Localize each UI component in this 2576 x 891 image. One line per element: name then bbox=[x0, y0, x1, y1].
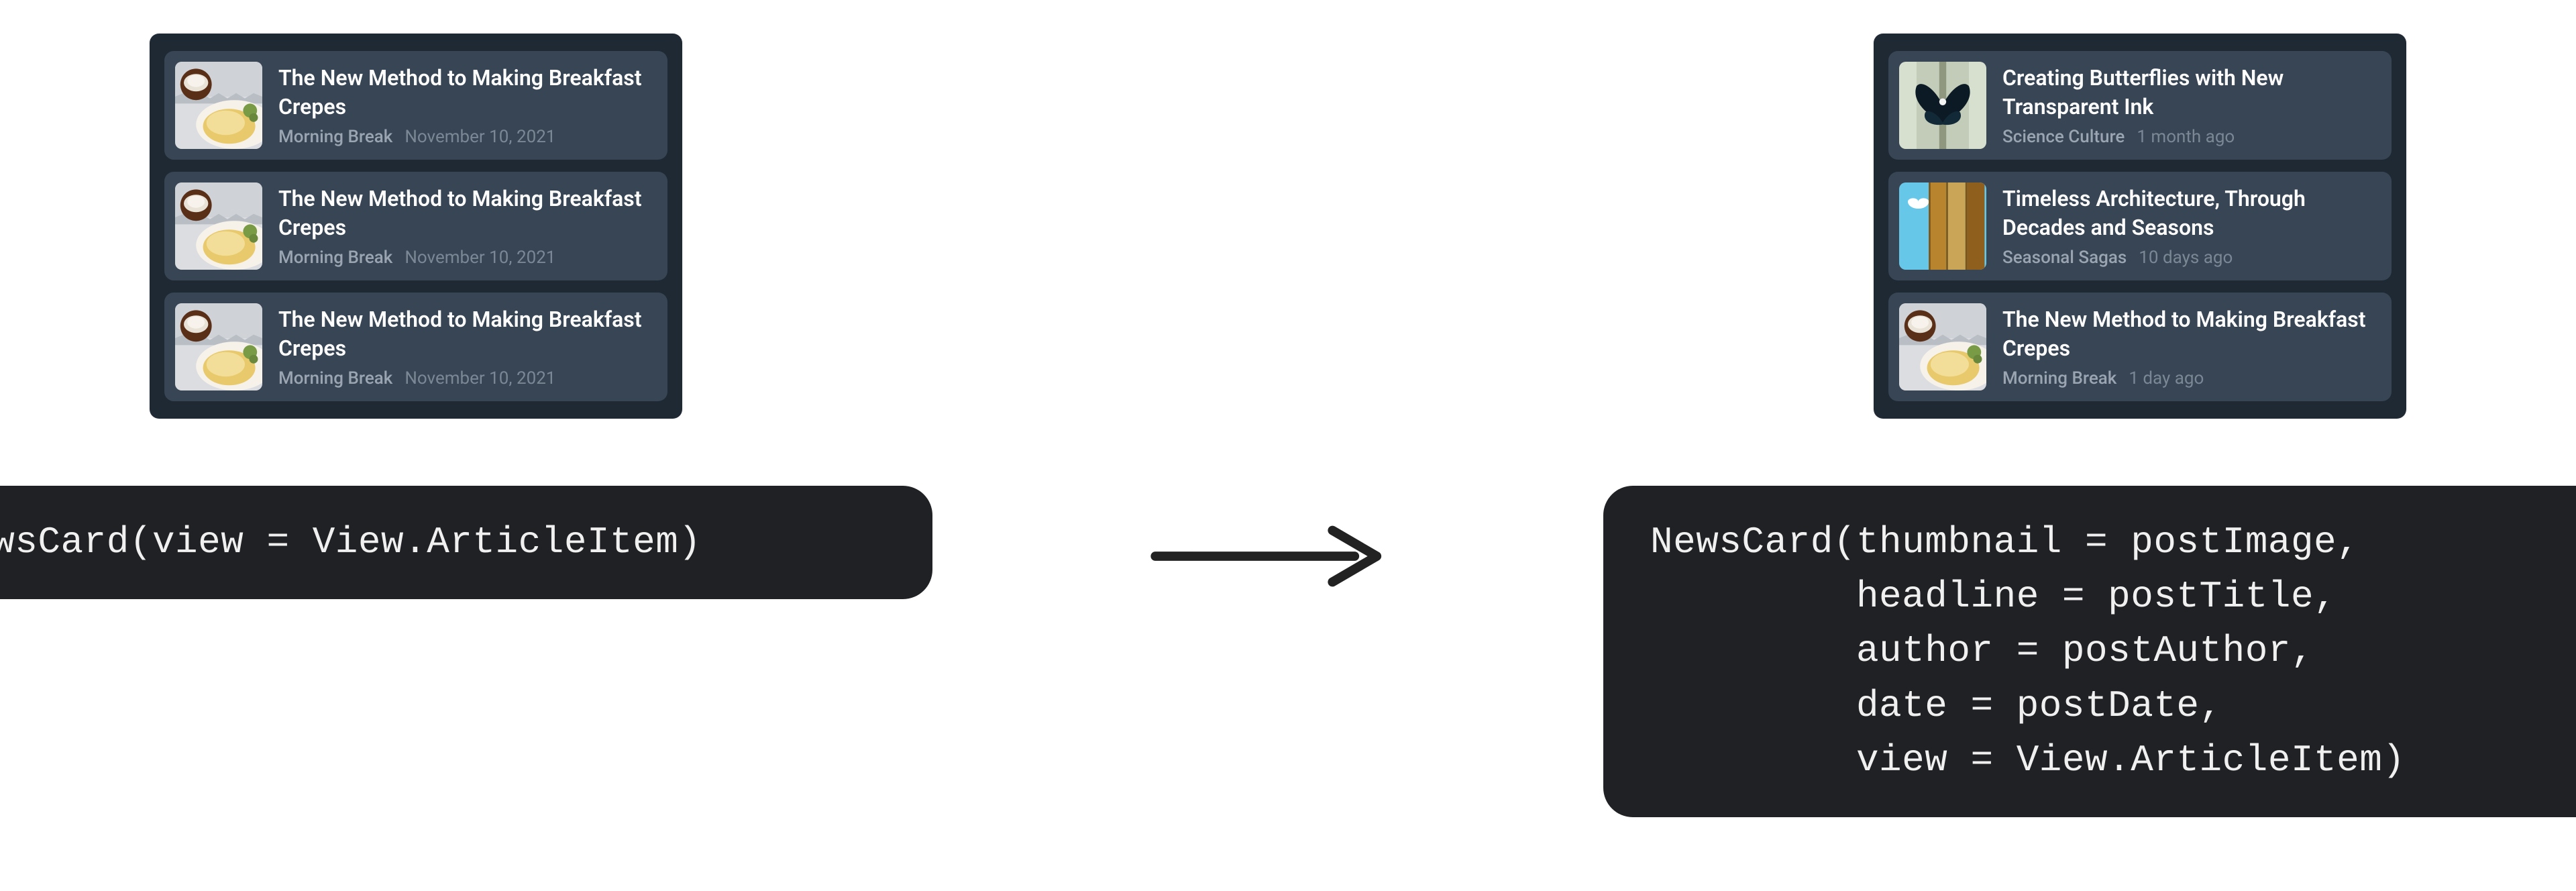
thumbnail-architecture bbox=[1899, 182, 1986, 270]
thumbnail-butterfly bbox=[1899, 62, 1986, 149]
after-panel: Creating Butterflies with New Transparen… bbox=[1874, 34, 2406, 419]
author: Seasonal Sagas bbox=[2002, 248, 2127, 268]
meta: Morning Break 1 day ago bbox=[2002, 368, 2377, 388]
card-text: The New Method to Making Breakfast Crepe… bbox=[278, 182, 653, 270]
card-text: Timeless Architecture, Through Decades a… bbox=[2002, 182, 2377, 270]
list-item: Timeless Architecture, Through Decades a… bbox=[1888, 172, 2392, 280]
thumbnail-crepes bbox=[175, 303, 262, 390]
meta: Morning Break November 10, 2021 bbox=[278, 127, 653, 147]
author: Science Culture bbox=[2002, 127, 2125, 147]
meta: Morning Break November 10, 2021 bbox=[278, 368, 653, 388]
thumbnail-crepes bbox=[175, 62, 262, 149]
date: November 10, 2021 bbox=[405, 127, 555, 147]
date: 1 day ago bbox=[2129, 368, 2204, 388]
card-text: The New Method to Making Breakfast Crepe… bbox=[2002, 303, 2377, 390]
thumbnail-crepes bbox=[175, 182, 262, 270]
meta: Morning Break November 10, 2021 bbox=[278, 248, 653, 268]
author: Morning Break bbox=[278, 127, 392, 147]
author: Morning Break bbox=[2002, 368, 2116, 388]
meta: Science Culture 1 month ago bbox=[2002, 127, 2377, 147]
list-item: The New Method to Making Breakfast Crepe… bbox=[1888, 293, 2392, 401]
thumbnail-crepes bbox=[1899, 303, 1986, 390]
list-item: The New Method to Making Breakfast Crepe… bbox=[164, 172, 667, 280]
arrow-icon bbox=[1147, 519, 1389, 593]
list-item: The New Method to Making Breakfast Crepe… bbox=[164, 51, 667, 160]
card-text: Creating Butterflies with New Transparen… bbox=[2002, 62, 2377, 149]
card-text: The New Method to Making Breakfast Crepe… bbox=[278, 303, 653, 390]
date: November 10, 2021 bbox=[405, 248, 555, 268]
before-column: The New Method to Making Breakfast Crepe… bbox=[0, 34, 932, 599]
headline: The New Method to Making Breakfast Crepe… bbox=[278, 64, 653, 121]
author: Morning Break bbox=[278, 368, 392, 388]
after-code: NewsCard(thumbnail = postImage, headline… bbox=[1603, 486, 2576, 817]
date: 10 days ago bbox=[2139, 248, 2233, 268]
before-panel: The New Method to Making Breakfast Crepe… bbox=[150, 34, 682, 419]
list-item: Creating Butterflies with New Transparen… bbox=[1888, 51, 2392, 160]
before-code: NewsCard(view = View.ArticleItem) bbox=[0, 486, 932, 599]
card-text: The New Method to Making Breakfast Crepe… bbox=[278, 62, 653, 149]
headline: Timeless Architecture, Through Decades a… bbox=[2002, 185, 2377, 242]
after-column: Creating Butterflies with New Transparen… bbox=[1603, 34, 2576, 817]
date: November 10, 2021 bbox=[405, 368, 555, 388]
list-item: The New Method to Making Breakfast Crepe… bbox=[164, 293, 667, 401]
headline: The New Method to Making Breakfast Crepe… bbox=[278, 305, 653, 363]
headline: The New Method to Making Breakfast Crepe… bbox=[278, 185, 653, 242]
headline: The New Method to Making Breakfast Crepe… bbox=[2002, 305, 2377, 363]
author: Morning Break bbox=[278, 248, 392, 268]
meta: Seasonal Sagas 10 days ago bbox=[2002, 248, 2377, 268]
date: 1 month ago bbox=[2137, 127, 2235, 147]
headline: Creating Butterflies with New Transparen… bbox=[2002, 64, 2377, 121]
